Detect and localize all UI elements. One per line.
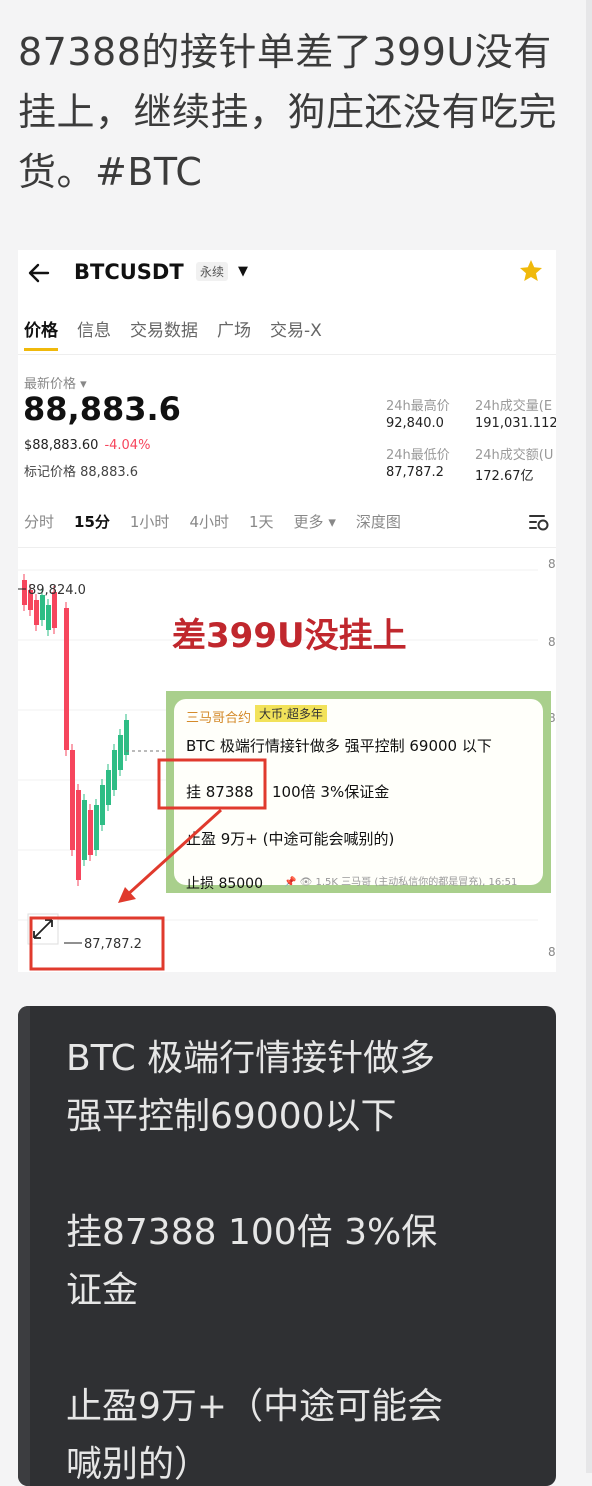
message-line: BTC 极端行情接针做多 强平控制 69000 以下 bbox=[186, 737, 492, 755]
symbol-title[interactable]: BTCUSDT bbox=[74, 260, 184, 284]
chevron-down-icon[interactable]: ▼ bbox=[238, 264, 248, 279]
candle bbox=[118, 735, 123, 770]
message-leverage: 100倍 3%保证金 bbox=[272, 783, 390, 801]
interval-bar: 分时 15分 1小时 4小时 1天 更多 ▾ 深度图 bbox=[24, 511, 421, 532]
annotation-caption: 差399U没挂上 bbox=[172, 616, 407, 656]
message-take-profit: 止盈 9万+ (中途可能会喊别的) bbox=[186, 830, 395, 848]
volume-label: 24h成交量(E bbox=[475, 399, 553, 414]
post-text: 87388的接针单差了399U没有挂上，继续挂，狗庄还没有吃完货。#BTC bbox=[18, 30, 558, 194]
tab-square[interactable]: 广场 bbox=[217, 316, 251, 341]
perpetual-badge: 永续 bbox=[196, 262, 229, 281]
tab-bar: 价格 信息 交易数据 广场 交易-X bbox=[24, 316, 341, 351]
back-arrow-icon[interactable] bbox=[26, 260, 52, 286]
interval-1d[interactable]: 1天 bbox=[249, 511, 274, 532]
signal-message-card: 三马哥合约 大币·超多年 BTC 极端行情接针做多 强平控制 69000 以下 … bbox=[166, 691, 551, 893]
scrollbar[interactable] bbox=[586, 0, 592, 1473]
interval-timeline[interactable]: 分时 bbox=[24, 511, 54, 532]
message-bubble: 三马哥合约 大币·超多年 BTC 极端行情接针做多 强平控制 69000 以下 … bbox=[174, 699, 543, 892]
candle bbox=[64, 608, 69, 750]
high-label: 24h最高价 bbox=[386, 399, 450, 414]
candle bbox=[94, 805, 99, 850]
tab-trade-x[interactable]: 交易-X bbox=[270, 316, 322, 341]
tab-trade-data[interactable]: 交易数据 bbox=[130, 316, 198, 341]
candle bbox=[82, 800, 87, 860]
candle bbox=[46, 605, 51, 630]
message-entry: 挂 87388 bbox=[186, 783, 254, 801]
quoted-message: BTC 极端行情接针做多 强平控制69000以下 挂87388 100倍 3%保… bbox=[18, 1006, 556, 1486]
y-tick: 8 bbox=[548, 945, 556, 959]
depth-chart-tab[interactable]: 深度图 bbox=[356, 511, 401, 532]
candle bbox=[124, 720, 129, 755]
candle bbox=[40, 595, 45, 620]
low-label: 24h最低价 bbox=[386, 448, 450, 463]
low-value: 87,787.2 bbox=[386, 465, 444, 480]
embedded-screenshot: BTCUSDT 永续 ▼ 价格 信息 交易数据 广场 交易-X 最新价格 ▾ 8… bbox=[18, 250, 556, 972]
message-meta: 📌 👁 1.5K 三马哥 (主动私信你的都是冒充), 16:51 bbox=[284, 877, 518, 888]
candle bbox=[22, 580, 27, 605]
interval-4h[interactable]: 4小时 bbox=[189, 511, 229, 532]
chart-settings-icon[interactable] bbox=[528, 512, 550, 532]
price-change: -4.04% bbox=[104, 438, 151, 453]
amount-label: 24h成交额(U bbox=[475, 448, 554, 463]
candle bbox=[34, 600, 39, 625]
high-price-label: 89,824.0 bbox=[28, 583, 86, 598]
latest-price: 88,883.6 bbox=[23, 390, 181, 428]
candle bbox=[88, 810, 93, 855]
favorite-star-icon[interactable] bbox=[518, 258, 544, 284]
high-value: 92,840.0 bbox=[386, 416, 444, 431]
tab-price[interactable]: 价格 bbox=[24, 316, 58, 351]
volume-value: 191,031.112 bbox=[475, 416, 556, 431]
quote-bar bbox=[18, 1006, 30, 1486]
y-tick: 8 bbox=[548, 557, 556, 571]
tab-info[interactable]: 信息 bbox=[77, 316, 111, 341]
interval-more[interactable]: 更多 ▾ bbox=[294, 511, 336, 532]
interval-1h[interactable]: 1小时 bbox=[130, 511, 170, 532]
candle bbox=[100, 785, 105, 825]
candle bbox=[106, 770, 111, 805]
expand-icon[interactable] bbox=[27, 913, 59, 945]
message-stop-loss: 止损 85000 bbox=[186, 876, 263, 892]
divider bbox=[18, 354, 556, 355]
candle bbox=[112, 750, 117, 790]
y-tick: 8 bbox=[548, 635, 556, 649]
usd-price-row: $88,883.60 -4.04% bbox=[24, 438, 150, 453]
quote-text: BTC 极端行情接针做多 强平控制69000以下 挂87388 100倍 3%保… bbox=[66, 1038, 444, 1485]
low-price-label: 87,787.2 bbox=[84, 937, 142, 952]
amount-value: 172.67亿 bbox=[475, 469, 534, 484]
highlight-tag: 大币·超多年 bbox=[255, 705, 327, 722]
candle bbox=[76, 790, 81, 880]
usd-price: $88,883.60 bbox=[24, 438, 99, 453]
message-author: 三马哥合约 bbox=[186, 711, 252, 726]
mark-price: 标记价格 88,883.6 bbox=[24, 465, 139, 480]
divider bbox=[18, 547, 556, 548]
candle bbox=[70, 750, 75, 850]
candles bbox=[22, 574, 129, 886]
interval-15m[interactable]: 15分 bbox=[74, 511, 110, 532]
